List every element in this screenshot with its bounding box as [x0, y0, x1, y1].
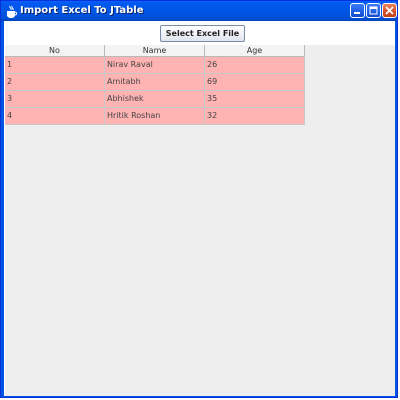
column-header-no[interactable]: No [5, 45, 105, 56]
cell-name[interactable]: Amitabh [105, 74, 205, 91]
maximize-icon [369, 6, 378, 15]
window-title: Import Excel To JTable [20, 5, 144, 16]
cell-age[interactable]: 26 [205, 57, 305, 74]
cell-no[interactable]: 3 [5, 91, 105, 108]
table-row[interactable]: 3 Abhishek 35 [5, 91, 305, 108]
cell-name[interactable]: Abhishek [105, 91, 205, 108]
cell-no[interactable]: 1 [5, 57, 105, 74]
close-icon [385, 6, 394, 15]
table-row[interactable]: 4 Hritik Roshan 32 [5, 108, 305, 125]
minimize-icon [354, 12, 360, 14]
cell-no[interactable]: 2 [5, 74, 105, 91]
table-row[interactable]: 1 Nirav Raval 26 [5, 57, 305, 74]
table-row[interactable]: 2 Amitabh 69 [5, 74, 305, 91]
java-cup-icon [5, 4, 17, 18]
button-panel: Select Excel File [5, 21, 395, 45]
cell-age[interactable]: 35 [205, 91, 305, 108]
cell-age[interactable]: 32 [205, 108, 305, 125]
table-header: No Name Age [5, 45, 305, 57]
app-window: Import Excel To JTable Select Excel File… [0, 0, 398, 398]
cell-no[interactable]: 4 [5, 108, 105, 125]
close-button[interactable] [382, 3, 397, 18]
maximize-button[interactable] [366, 3, 381, 18]
cell-name[interactable]: Hritik Roshan [105, 108, 205, 125]
title-bar[interactable]: Import Excel To JTable [1, 1, 397, 21]
column-header-name[interactable]: Name [105, 45, 205, 56]
column-header-age[interactable]: Age [205, 45, 305, 56]
minimize-button[interactable] [350, 3, 365, 18]
content-pane: Select Excel File No Name Age 1 Nirav Ra… [4, 21, 395, 396]
cell-name[interactable]: Nirav Raval [105, 57, 205, 74]
select-excel-file-button[interactable]: Select Excel File [160, 25, 245, 42]
cell-age[interactable]: 69 [205, 74, 305, 91]
